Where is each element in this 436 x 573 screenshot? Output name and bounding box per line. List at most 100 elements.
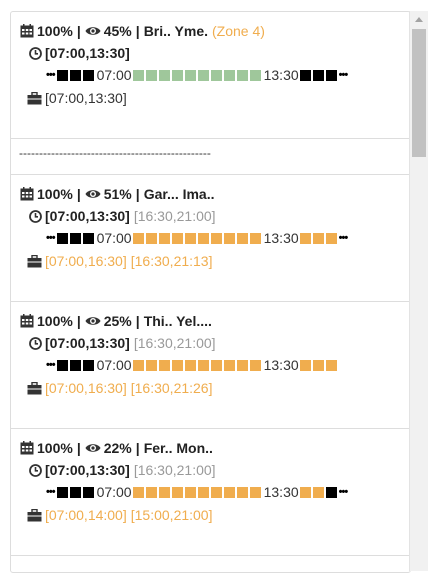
timeline-block (184, 359, 196, 371)
timeline-block (223, 232, 235, 244)
work-hours-extra: [16:30,21:26] (130, 380, 213, 396)
timeline-block (145, 232, 157, 244)
work-hours-extra: [15:00,21:00] (130, 507, 213, 523)
work-hours-row: [07:00,16:30] [16:30,21:26] (27, 378, 213, 398)
timeline-ellipsis: ••• (46, 232, 56, 244)
timeline-end-time: 13:30 (263, 357, 299, 373)
timeline-block (158, 69, 170, 81)
timeline-block (69, 232, 81, 244)
timeline-block (82, 359, 94, 371)
timeline-end-time: 13:30 (263, 484, 299, 500)
timeline-block (299, 69, 311, 81)
timeline-block (249, 486, 261, 498)
timeline-block (312, 69, 324, 81)
timeline-block (210, 69, 222, 81)
clock-icon (29, 46, 42, 60)
planned-hours-extra: [16:30,21:00] (133, 208, 216, 224)
planned-hours: [07:00,13:30] (45, 462, 130, 478)
timeline-block (132, 486, 144, 498)
briefcase-icon (27, 508, 42, 522)
timeline-block (69, 69, 81, 81)
timeline-start-time: 07:00 (96, 67, 132, 83)
timeline-block (132, 232, 144, 244)
occupancy-percent: 100% (37, 313, 73, 329)
briefcase-icon (27, 381, 42, 395)
planned-hours-row: [07:00,13:30] [16:30,21:00] (29, 460, 216, 480)
timeline-block (312, 232, 324, 244)
timeline-block (82, 69, 94, 81)
agent-card[interactable]: 100% | 45% | Bri.. Yme. (Zone 4) [07:00,… (11, 12, 410, 138)
timeline: ••• 07:00 13:30 ••• (46, 65, 349, 85)
timeline-block (223, 69, 235, 81)
work-hours: [07:00,14:00] (45, 507, 127, 523)
zone-label[interactable]: (Zone 4) (212, 23, 265, 39)
work-hours-extra: [16:30,21:13] (130, 253, 213, 269)
scrollbar-thumb[interactable] (412, 29, 426, 157)
planned-hours-row: [07:00,13:30] [16:30,21:00] (29, 333, 216, 353)
card-header: 100% | 25% | Thi.. Yel.... (20, 311, 212, 331)
timeline-end-time: 13:30 (263, 67, 299, 83)
separator-text: ----------------------------------------… (19, 146, 211, 160)
timeline-block (236, 232, 248, 244)
planned-hours: [07:00,13:30] (45, 45, 130, 61)
agent-card[interactable]: 100% | 25% | Thi.. Yel.... [07:00,13:30]… (11, 302, 410, 429)
timeline-ellipsis: ••• (338, 486, 349, 498)
work-hours: [07:00,16:30] (45, 253, 127, 269)
timeline-block (236, 69, 248, 81)
timeline-block (56, 486, 68, 498)
timeline-start-time: 07:00 (96, 357, 132, 373)
timeline-block (249, 69, 261, 81)
timeline-block (56, 232, 68, 244)
timeline-block (171, 69, 183, 81)
timeline-ellipsis: ••• (338, 232, 349, 244)
timeline-block (312, 486, 324, 498)
agent-card[interactable]: 100% | 51% | Gar... Ima.. [07:00,13:30] … (11, 175, 410, 302)
timeline-block (171, 232, 183, 244)
briefcase-icon (27, 254, 42, 268)
timeline-ellipsis: ••• (338, 69, 349, 81)
calendar-icon (20, 24, 34, 38)
timeline: ••• 07:00 13:30 ••• (46, 482, 349, 502)
planned-hours: [07:00,13:30] (45, 208, 130, 224)
timeline-block (210, 359, 222, 371)
timeline-block (56, 69, 68, 81)
view-percent: 25% (103, 313, 132, 329)
timeline-block (184, 232, 196, 244)
timeline-block (56, 359, 68, 371)
eye-icon (85, 25, 101, 37)
section-divider (11, 138, 410, 139)
timeline-block (236, 359, 248, 371)
occupancy-percent: 100% (37, 186, 73, 202)
view-percent: 51% (103, 186, 132, 202)
work-hours-row: [07:00,13:30] (27, 88, 127, 108)
work-hours: [07:00,16:30] (45, 380, 127, 396)
timeline-block (223, 359, 235, 371)
planned-hours-extra: [16:30,21:00] (133, 462, 216, 478)
scroll-up-arrow-icon[interactable] (410, 11, 428, 27)
work-hours: [07:00,13:30] (45, 90, 127, 106)
timeline-block (145, 359, 157, 371)
work-hours-row: [07:00,16:30] [16:30,21:13] (27, 251, 213, 271)
separator-pipe: | (76, 440, 81, 456)
calendar-icon (20, 441, 34, 455)
planned-hours-extra: [16:30,21:00] (133, 335, 216, 351)
timeline-block (197, 486, 209, 498)
timeline-block (249, 232, 261, 244)
timeline-block (132, 359, 144, 371)
card-header: 100% | 22% | Fer.. Mon.. (20, 438, 213, 458)
timeline-ellipsis: ••• (46, 69, 56, 81)
calendar-icon (20, 314, 34, 328)
timeline-block (236, 486, 248, 498)
timeline-start-time: 07:00 (96, 230, 132, 246)
timeline-block (171, 359, 183, 371)
timeline-block (82, 232, 94, 244)
agent-card[interactable]: 100% | 22% | Fer.. Mon.. [07:00,13:30] [… (11, 429, 410, 556)
timeline-block (69, 486, 81, 498)
planned-hours-row: [07:00,13:30] [16:30,21:00] (29, 206, 216, 226)
calendar-icon (20, 187, 34, 201)
agent-name: Gar... Ima.. (143, 186, 215, 202)
timeline-block (82, 486, 94, 498)
timeline-block (299, 359, 311, 371)
vertical-scrollbar[interactable] (409, 11, 428, 571)
timeline-block (158, 359, 170, 371)
